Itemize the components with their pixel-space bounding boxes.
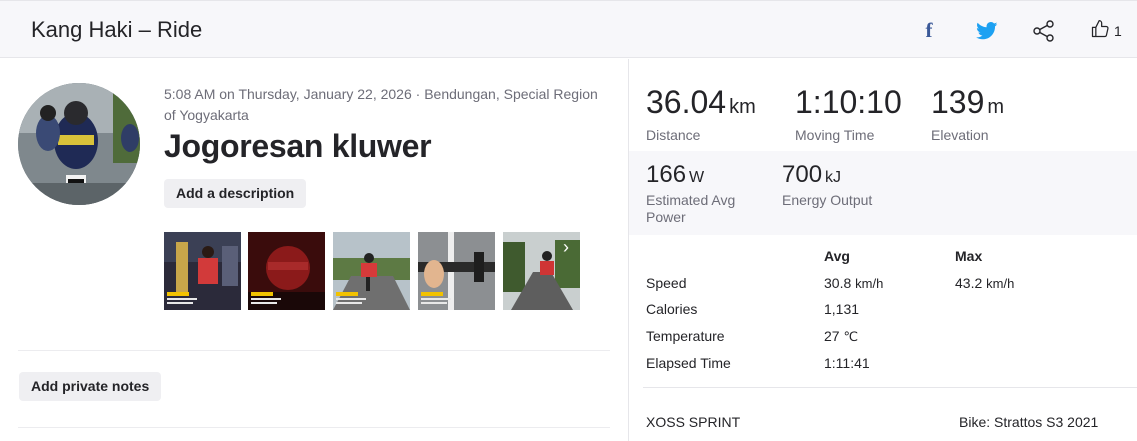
stat-value: 700 bbox=[782, 161, 823, 188]
stat-elevation: 139 m Elevation bbox=[931, 84, 1004, 143]
stat-unit: m bbox=[987, 96, 1005, 118]
row-label-speed: Speed bbox=[646, 275, 687, 291]
stat-label: Elevation bbox=[931, 127, 989, 143]
temperature-value: 27 ℃ bbox=[824, 328, 859, 344]
device-name: XOSS SPRINT bbox=[646, 414, 741, 430]
secondary-stats: 166 W Estimated Avg Power 700 kJ Energy Ou… bbox=[629, 151, 1137, 235]
stat-distance: 36.04 km Distance bbox=[646, 84, 756, 143]
activity-stats-panel: 36.04 km Distance 1:10:10 Moving Time 139… bbox=[628, 59, 1137, 441]
more-photos-chevron-icon[interactable]: › bbox=[556, 237, 576, 257]
photo-thumbnail[interactable] bbox=[248, 232, 325, 310]
speed-max-value: 43.2 km/h bbox=[955, 275, 1015, 291]
stat-moving-time: 1:10:10 Moving Time bbox=[795, 84, 905, 143]
speed-avg-value: 30.8 km/h bbox=[824, 275, 884, 291]
calories-value: 1,131 bbox=[824, 301, 860, 317]
stat-label: Estimated Avg Power bbox=[646, 192, 736, 225]
elapsed-time-value: 1:11:41 bbox=[824, 355, 870, 371]
add-description-button[interactable]: Add a description bbox=[164, 179, 307, 208]
stat-value: 1:10:10 bbox=[795, 84, 902, 120]
activity-header: Kang Haki – Ride f 1 bbox=[0, 0, 1137, 58]
photo-thumbnail[interactable] bbox=[164, 232, 241, 310]
section-divider bbox=[18, 350, 610, 351]
stat-value: 36.04 bbox=[646, 84, 727, 120]
facebook-share-icon[interactable]: f bbox=[918, 18, 940, 42]
stat-value: 139 bbox=[931, 84, 985, 120]
stat-unit: W bbox=[689, 169, 705, 186]
section-divider bbox=[643, 387, 1137, 388]
stat-label: Moving Time bbox=[795, 127, 875, 143]
photo-thumbnail[interactable] bbox=[333, 232, 410, 310]
row-label-elapsed-time: Elapsed Time bbox=[646, 355, 731, 371]
activity-name: Jogoresan kluwer bbox=[164, 128, 432, 164]
stat-label: Distance bbox=[646, 127, 701, 143]
activity-date-location: 5:08 AM on Thursday, January 22, 2026 · … bbox=[164, 86, 598, 123]
row-label-temperature: Temperature bbox=[646, 328, 725, 344]
stat-energy-output: 700 kJ Energy Output bbox=[782, 161, 892, 209]
stat-label: Energy Output bbox=[782, 192, 873, 208]
stat-unit: km bbox=[729, 96, 756, 118]
add-private-notes-button[interactable]: Add private notes bbox=[19, 372, 162, 401]
twitter-share-icon[interactable] bbox=[973, 19, 1001, 43]
thumbs-up-icon bbox=[1090, 19, 1110, 44]
section-divider bbox=[18, 427, 610, 428]
share-icon[interactable] bbox=[1030, 19, 1058, 43]
activity-summary-panel: 5:08 AM on Thursday, January 22, 2026 · … bbox=[0, 59, 628, 441]
avg-column-header: Avg bbox=[824, 248, 850, 264]
photo-thumbnail[interactable] bbox=[418, 232, 495, 310]
stat-unit: kJ bbox=[825, 169, 842, 186]
stat-estimated-power: 166 W Estimated Avg Power bbox=[646, 161, 756, 226]
page-title: Kang Haki – Ride bbox=[31, 17, 203, 42]
kudos-button[interactable]: 1 bbox=[1090, 19, 1130, 43]
bike-name[interactable]: Bike: Strattos S3 2021 bbox=[959, 414, 1098, 430]
row-label-calories: Calories bbox=[646, 301, 698, 317]
kudos-count: 1 bbox=[1114, 23, 1122, 39]
stat-value: 166 bbox=[646, 161, 687, 188]
max-column-header: Max bbox=[955, 248, 983, 264]
photo-strip bbox=[164, 232, 580, 310]
athlete-avatar[interactable] bbox=[18, 83, 140, 205]
